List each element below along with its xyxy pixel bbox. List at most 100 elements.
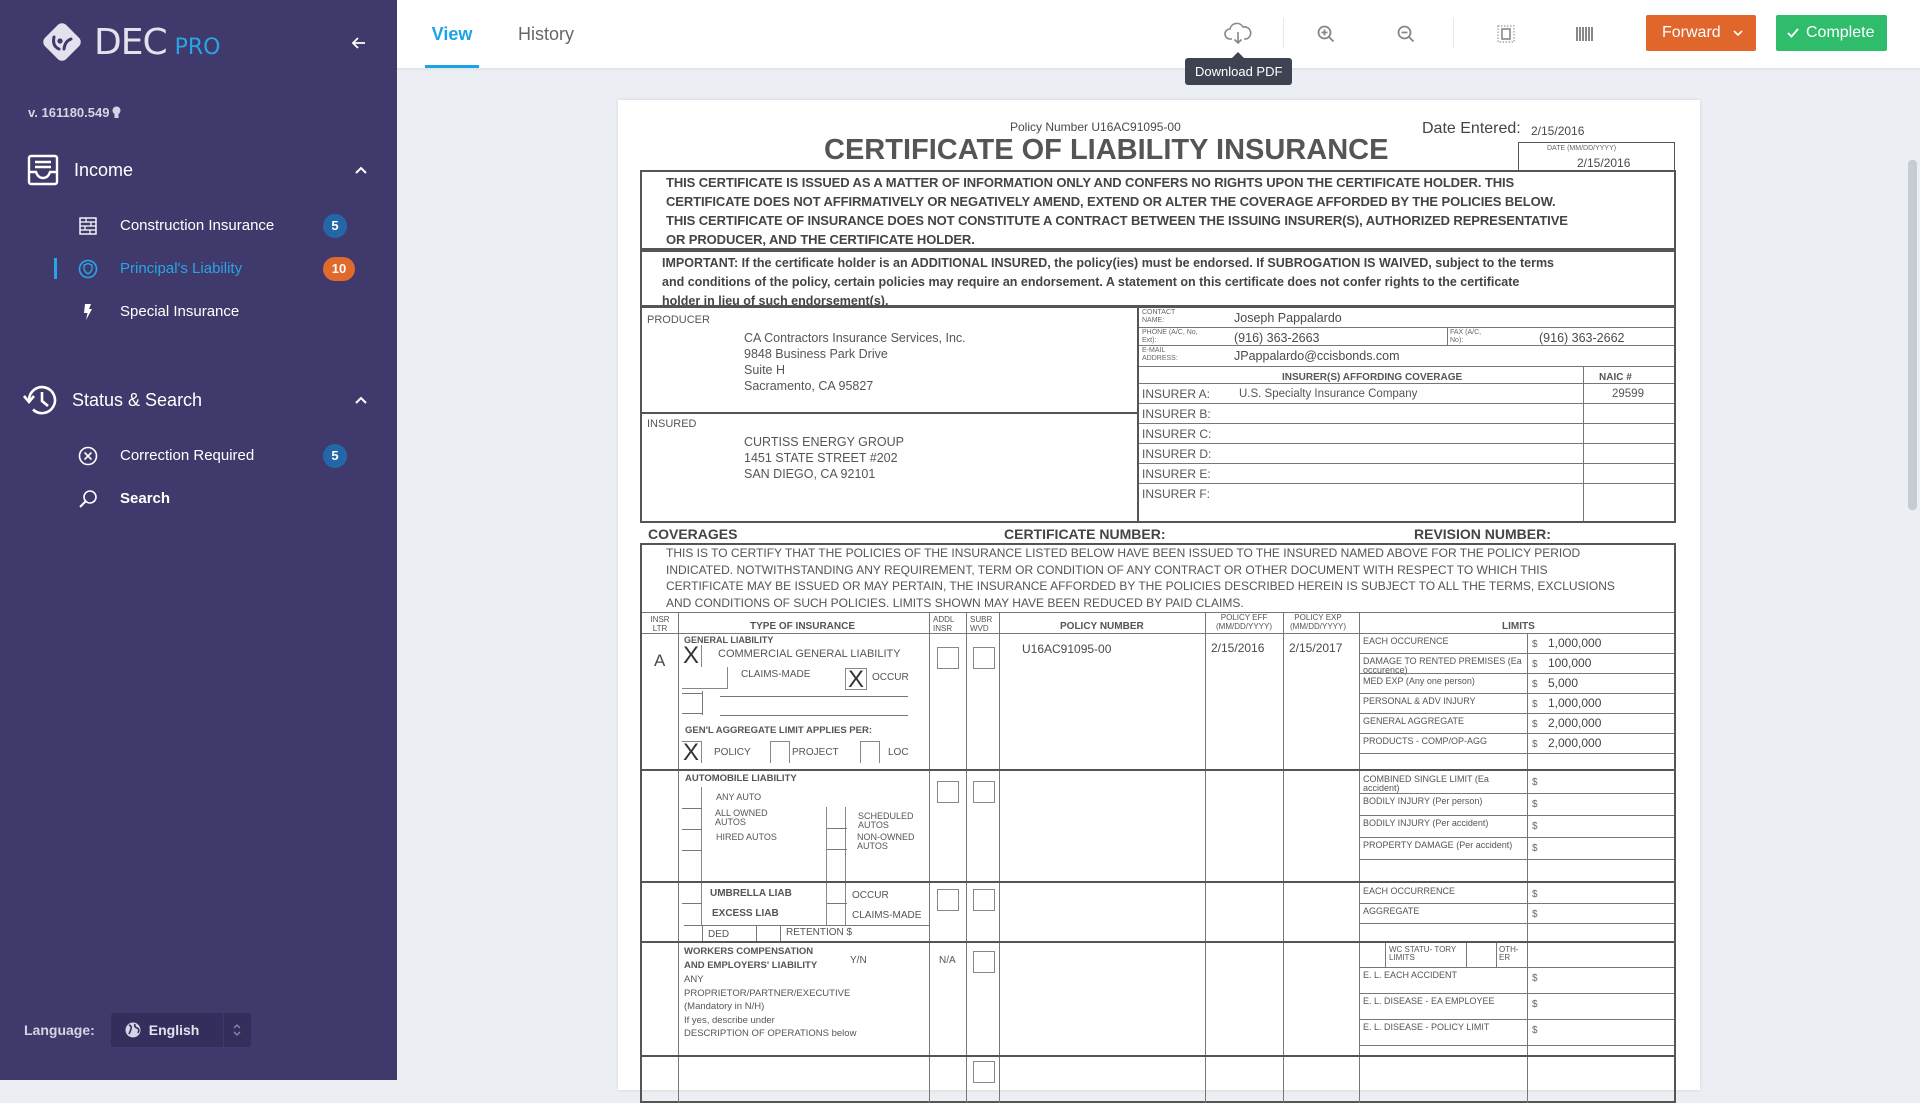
limit-row-divider bbox=[1359, 713, 1674, 714]
occur-checkbox[interactable]: X bbox=[845, 666, 867, 693]
limit-row-divider bbox=[1359, 1045, 1674, 1046]
umbrella-addl-insr-checkbox[interactable] bbox=[937, 889, 959, 911]
loc-checkbox[interactable] bbox=[860, 741, 880, 763]
gl-addl-insr-checkbox[interactable] bbox=[937, 647, 959, 669]
coverages-table: THIS IS TO CERTIFY THAT THE POLICIES OF … bbox=[640, 543, 1676, 1103]
umbrella-subr-wvd-checkbox[interactable] bbox=[973, 889, 995, 911]
occur-label: OCCUR bbox=[872, 672, 909, 683]
wc-other-label: OTH- ER bbox=[1499, 945, 1519, 962]
forward-button[interactable]: Forward bbox=[1646, 15, 1756, 51]
wc-yn-label: Y/N bbox=[850, 955, 867, 966]
limit-row-divider bbox=[1359, 793, 1674, 794]
wc-line: (Mandatory in N/H) bbox=[684, 1001, 765, 1012]
section-header-status-search[interactable]: Status & Search bbox=[0, 380, 397, 420]
certify-text: THIS IS TO CERTIFY THAT THE POLICIES OF … bbox=[666, 545, 1615, 611]
wc-subr-wvd-checkbox[interactable] bbox=[973, 951, 995, 973]
tab-view[interactable]: View bbox=[425, 0, 479, 68]
limit-row-divider bbox=[1359, 923, 1674, 924]
limit-label: COMBINED SINGLE LIMIT (Ea accident) bbox=[1363, 774, 1489, 793]
email-value: JPappalardo@ccisbonds.com bbox=[1234, 349, 1400, 363]
limit-label: AGGREGATE bbox=[1363, 906, 1420, 916]
select-arrows-icon bbox=[222, 1013, 251, 1047]
currency-symbol: $ bbox=[1532, 889, 1538, 900]
fit-page-button[interactable] bbox=[1492, 20, 1520, 48]
download-pdf-tooltip: Download PDF bbox=[1185, 52, 1293, 85]
insurer-naic: 29599 bbox=[1612, 388, 1644, 400]
commercial-gl-label: COMMERCIAL GENERAL LIABILITY bbox=[718, 648, 901, 660]
tab-history[interactable]: History bbox=[518, 0, 574, 68]
disclaimer-line: CERTIFICATE DOES NOT AFFIRMATIVELY OR NE… bbox=[666, 194, 1556, 209]
auto-subr-wvd-checkbox[interactable] bbox=[973, 781, 995, 803]
sidebar-item-correction-required[interactable]: Correction Required 5 bbox=[0, 434, 397, 477]
coverages-label: COVERAGES bbox=[648, 526, 738, 542]
chevron-up-icon[interactable] bbox=[353, 162, 369, 178]
brick-wall-icon bbox=[79, 216, 97, 235]
policy-checkbox[interactable]: X bbox=[682, 741, 702, 765]
disclaimer-line: OR PRODUCER, AND THE CERTIFICATE HOLDER. bbox=[666, 232, 975, 247]
loc-label: LOC bbox=[888, 747, 909, 758]
claims-made-checkbox[interactable] bbox=[682, 667, 728, 689]
complete-button[interactable]: Complete bbox=[1776, 15, 1887, 51]
chevron-down-icon bbox=[1733, 30, 1743, 37]
header-exp: POLICY EXP (MM/DD/YYYY) bbox=[1290, 613, 1346, 631]
x-mark: X bbox=[683, 642, 700, 669]
producer-label: PRODUCER bbox=[647, 314, 710, 326]
phone-label: PHONE (A/C, No, Ext): bbox=[1142, 329, 1198, 344]
insured-label: INSURED bbox=[647, 418, 697, 430]
contact-name: Joseph Pappalardo bbox=[1234, 311, 1342, 325]
lightning-icon bbox=[84, 303, 92, 320]
sidebar-item-principals-liability[interactable]: Principal's Liability 10 bbox=[0, 247, 397, 290]
auto-addl-insr-checkbox[interactable] bbox=[937, 781, 959, 803]
section-header-income[interactable]: Income bbox=[0, 150, 397, 190]
header-limits: LIMITS bbox=[1502, 621, 1535, 632]
limit-row-divider bbox=[1359, 693, 1674, 694]
wc-description: ANY PROPRIETOR/PARTNER/EXECUTIVE (Mandat… bbox=[684, 973, 856, 1041]
count-badge: 5 bbox=[323, 443, 347, 468]
any-auto-label: ANY AUTO bbox=[716, 792, 762, 802]
important-line: and conditions of the policy, certain po… bbox=[662, 275, 1520, 289]
collapse-sidebar-button[interactable] bbox=[348, 32, 370, 54]
sidebar-section-income: Income Construction Insurance 5 Principa… bbox=[0, 150, 397, 333]
limit-row-divider bbox=[1359, 993, 1674, 994]
email-label: E-MAIL ADDRESS: bbox=[1142, 347, 1178, 362]
currency-symbol: $ bbox=[1532, 843, 1538, 854]
chevron-up-icon[interactable] bbox=[353, 392, 369, 408]
insurers-header: INSURER(S) AFFORDING COVERAGE bbox=[1282, 372, 1463, 383]
vertical-scrollbar[interactable] bbox=[1908, 160, 1917, 510]
producer-line: Suite H bbox=[744, 363, 785, 377]
insurer-row-divider bbox=[1139, 423, 1674, 424]
limit-label: EACH OCCURENCE bbox=[1363, 636, 1449, 646]
commercial-gl-checkbox[interactable]: X bbox=[682, 642, 702, 669]
sidebar-item-special-insurance[interactable]: Special Insurance bbox=[0, 290, 397, 333]
shield-icon bbox=[78, 259, 98, 278]
certify-line: THIS IS TO CERTIFY THAT THE POLICIES OF … bbox=[666, 546, 1581, 560]
gl-policy-number: U16AC91095-00 bbox=[1022, 642, 1112, 656]
gl-subr-wvd-checkbox[interactable] bbox=[973, 647, 995, 669]
certify-line: CERTIFICATE MAY BE ISSUED OR MAY PERTAIN… bbox=[666, 579, 1615, 593]
download-pdf-button[interactable] bbox=[1224, 20, 1252, 48]
date-box: DATE (MM/DD/YYYY) 2/15/2016 bbox=[1518, 142, 1675, 172]
insurer-label: INSURER D: bbox=[1142, 447, 1212, 461]
sidebar-item-construction-insurance[interactable]: Construction Insurance 5 bbox=[0, 204, 397, 247]
currency-symbol: $ bbox=[1532, 799, 1538, 810]
project-checkbox[interactable] bbox=[770, 741, 790, 763]
header-type: TYPE OF INSURANCE bbox=[750, 621, 856, 632]
search-icon bbox=[79, 489, 97, 508]
wc-line: If yes, describe under bbox=[684, 1014, 775, 1026]
x-mark: X bbox=[848, 666, 865, 693]
fax-value: (916) 363-2662 bbox=[1539, 331, 1625, 345]
limit-row-divider bbox=[1359, 903, 1674, 904]
sidebar-item-search[interactable]: Search bbox=[0, 477, 397, 520]
zoom-in-button[interactable] bbox=[1312, 20, 1340, 48]
zoom-out-button[interactable] bbox=[1392, 20, 1420, 48]
header-eff: POLICY EFF (MM/DD/YYYY) bbox=[1216, 613, 1272, 631]
language-select[interactable]: English bbox=[110, 1013, 251, 1047]
insurer-label: INSURER E: bbox=[1142, 467, 1211, 481]
wc-line: DESCRIPTION OF OPERATIONS below bbox=[684, 1028, 857, 1039]
producer-line: 9848 Business Park Drive bbox=[744, 347, 888, 361]
nav-label: Principal's Liability bbox=[120, 260, 243, 277]
column-view-button[interactable] bbox=[1571, 20, 1599, 48]
logo: DEC PRO bbox=[40, 20, 220, 64]
checkmark-icon bbox=[1787, 28, 1799, 38]
limit-label: PROPERTY DAMAGE (Per accident) bbox=[1363, 840, 1513, 850]
